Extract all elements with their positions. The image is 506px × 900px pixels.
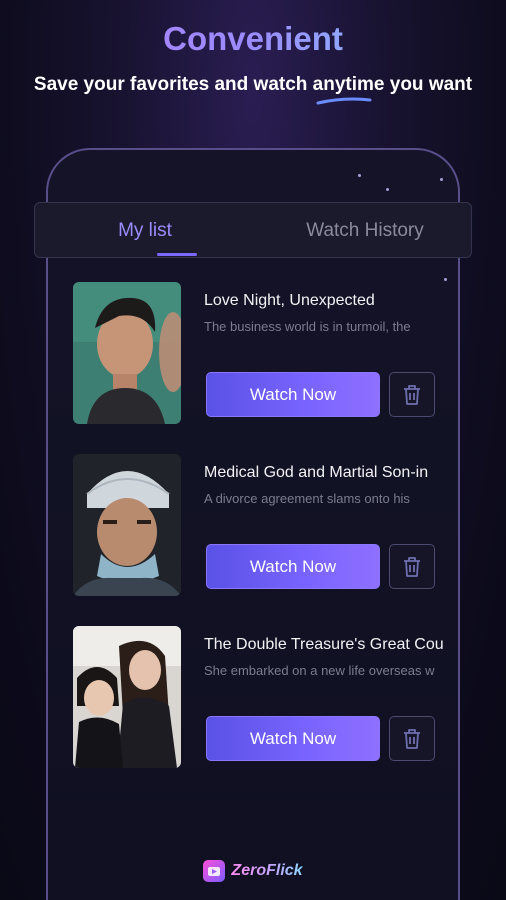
list-item: Medical God and Martial Son-in A divorce… (48, 434, 458, 596)
brand-name: ZeroFlick (231, 862, 303, 879)
list-item: The Double Treasure's Great Cou She emba… (48, 606, 458, 768)
brand-footer: ZeroFlick (0, 860, 506, 882)
underline-swoosh (316, 97, 372, 105)
trash-icon (404, 556, 420, 577)
item-title[interactable]: Medical God and Martial Son-in (204, 464, 454, 482)
item-description: A divorce agreement slams onto his (204, 491, 410, 506)
watch-now-button[interactable]: Watch Now (206, 372, 380, 417)
item-description: She embarked on a new life overseas w (204, 663, 435, 678)
poster-image[interactable] (73, 626, 181, 768)
item-title[interactable]: The Double Treasure's Great Cou (204, 636, 454, 654)
poster-image[interactable] (73, 282, 181, 424)
delete-button[interactable] (389, 544, 435, 589)
tab-bar: My list Watch History (34, 202, 472, 258)
trash-icon (404, 728, 420, 749)
delete-button[interactable] (389, 372, 435, 417)
poster-image[interactable] (73, 454, 181, 596)
trash-icon (404, 384, 420, 405)
brand-logo-icon (203, 860, 226, 882)
star-decoration (386, 188, 389, 191)
watch-now-button[interactable]: Watch Now (206, 544, 380, 589)
delete-button[interactable] (389, 716, 435, 761)
star-decoration (440, 178, 443, 181)
tab-active-indicator (157, 253, 197, 256)
headline: Convenient (0, 20, 506, 58)
watch-now-button[interactable]: Watch Now (206, 716, 380, 761)
star-decoration (358, 174, 361, 177)
list-item: Love Night, Unexpected The business worl… (48, 262, 458, 424)
tab-my-list[interactable]: My list (75, 203, 215, 259)
subline: Save your favorites and watch anytime yo… (33, 74, 473, 95)
tab-watch-history[interactable]: Watch History (275, 203, 455, 259)
item-description: The business world is in turmoil, the (204, 319, 411, 334)
item-title[interactable]: Love Night, Unexpected (204, 292, 454, 310)
